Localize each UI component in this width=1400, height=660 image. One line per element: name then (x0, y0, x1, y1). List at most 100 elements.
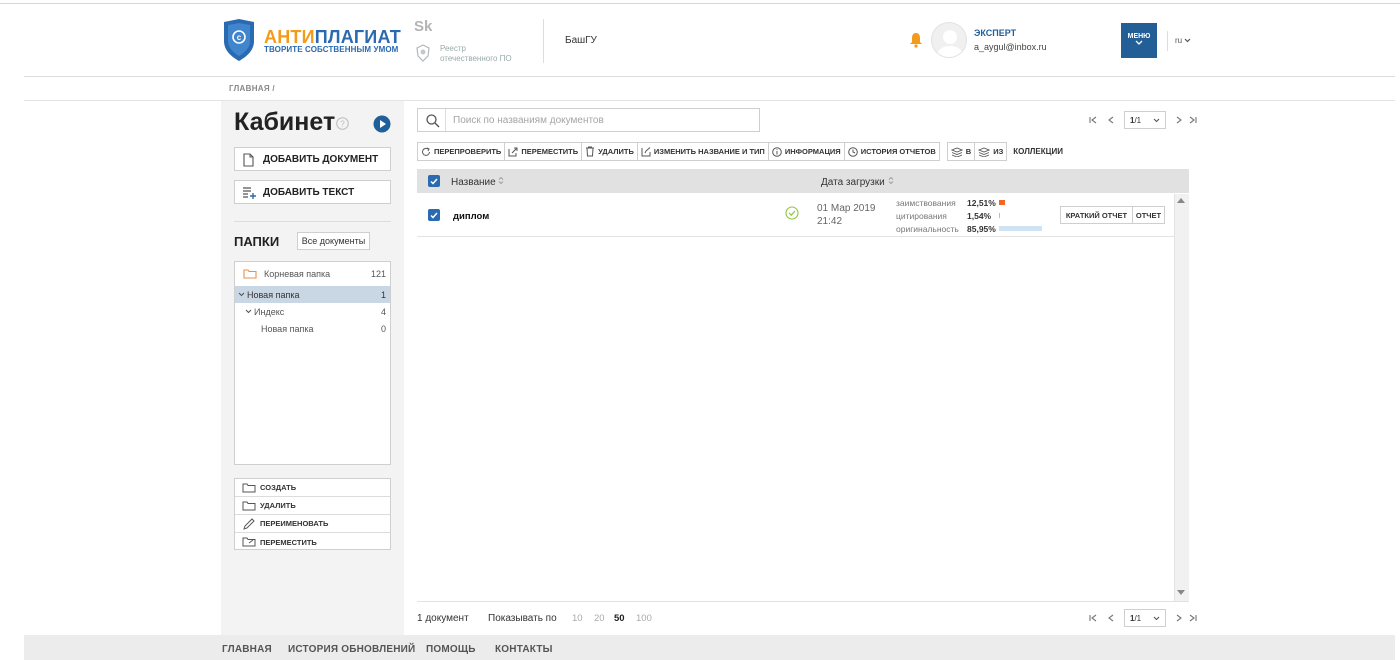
sort-icon (499, 176, 504, 185)
next-page-icon[interactable] (1174, 115, 1184, 125)
page-size-100[interactable]: 100 (636, 613, 652, 624)
scroll-down-arrow-icon[interactable] (1177, 590, 1185, 595)
chevron-down-icon (245, 309, 252, 314)
chevron-down-icon (238, 292, 245, 297)
page-size-50[interactable]: 50 (614, 613, 625, 624)
language-selector[interactable]: ru (1175, 36, 1191, 45)
pencil-icon (243, 518, 255, 530)
page-size-10[interactable]: 10 (572, 613, 583, 624)
info-label: ИНФОРМАЦИЯ (784, 147, 841, 156)
originality-value: 85,95% (967, 224, 996, 234)
delete-button[interactable]: УДАЛИТЬ (581, 142, 638, 161)
sidebar-divider (234, 221, 391, 222)
citation-bar (999, 213, 1000, 218)
document-name[interactable]: диплом (453, 211, 489, 222)
create-folder-button[interactable]: СОЗДАТЬ (235, 479, 390, 497)
chevron-down-icon (1153, 616, 1160, 620)
collection-remove-icon (978, 147, 991, 157)
footer-link-contacts[interactable]: КОНТАКТЫ (495, 644, 553, 655)
report-button[interactable]: ОТЧЕТ (1132, 206, 1165, 224)
first-page-icon[interactable] (1088, 115, 1098, 125)
folder-root[interactable]: Корневая папка 121 (235, 265, 390, 282)
folder-icon (243, 269, 257, 279)
add-to-collection-button[interactable]: В (946, 142, 976, 161)
check-circle-icon (785, 206, 799, 220)
first-page-icon[interactable] (1088, 613, 1098, 623)
folder-label: Новая папка (247, 289, 300, 300)
check-icon (430, 178, 438, 185)
header-divider (543, 19, 544, 63)
breadcrumb[interactable]: ГЛАВНАЯ / (229, 84, 275, 93)
folder-count: 0 (380, 323, 386, 334)
remove-from-collection-button[interactable]: ИЗ (974, 142, 1008, 161)
folder-tree: Корневая папка 121 Новая папка 1 Индекс … (234, 261, 391, 465)
search-input[interactable] (453, 112, 753, 128)
user-avatar[interactable] (931, 22, 967, 58)
antiplagiat-shield-logo[interactable]: c (222, 19, 256, 61)
row-checkbox[interactable] (428, 209, 440, 221)
remove-from-collection-label: ИЗ (993, 147, 1004, 156)
page-size-label: Показывать по (488, 613, 557, 624)
all-documents-button[interactable]: Все документы (297, 232, 370, 250)
page-selector[interactable]: 1/1 (1124, 111, 1166, 129)
folder-label: Новая папка (261, 323, 314, 334)
menu-button[interactable]: МЕНЮ (1121, 23, 1157, 58)
vertical-scrollbar[interactable] (1174, 194, 1189, 601)
user-role[interactable]: ЭКСПЕРТ (974, 28, 1016, 38)
delete-folder-label: УДАЛИТЬ (260, 501, 296, 510)
chevron-down-icon (1135, 40, 1143, 45)
play-icon[interactable] (373, 115, 391, 133)
menu-button-label: МЕНЮ (1127, 33, 1151, 40)
page-size-20[interactable]: 20 (594, 613, 605, 624)
sort-icon (888, 176, 893, 185)
add-document-label: ДОБАВИТЬ ДОКУМЕНТ (263, 153, 379, 165)
add-text-button[interactable]: ДОБАВИТЬ ТЕКСТ (234, 180, 391, 204)
folder-new-folder-sub[interactable]: Новая папка 0 (235, 320, 390, 337)
borrowing-label: заимствования (896, 198, 956, 208)
last-page-icon[interactable] (1188, 613, 1198, 623)
user-email[interactable]: a_aygul@inbox.ru (974, 42, 1047, 52)
column-header-date-label: Дата загрузки (821, 177, 885, 188)
scroll-up-arrow-icon[interactable] (1177, 198, 1185, 203)
column-header-date[interactable]: Дата загрузки (821, 176, 894, 188)
short-report-button[interactable]: КРАТКИЙ ОТЧЕТ (1060, 206, 1133, 224)
footer-link-help[interactable]: ПОМОЩЬ (426, 644, 476, 655)
move-folder-button[interactable]: ПЕРЕМЕСТИТЬ (235, 533, 390, 551)
logo-title-plagiat: ПЛАГИАТ (314, 27, 401, 47)
search-box (417, 108, 760, 132)
folder-label: Корневая папка (264, 268, 331, 279)
folder-index[interactable]: Индекс 4 (235, 303, 390, 320)
select-all-checkbox[interactable] (428, 175, 440, 187)
top-pager: 1/1 (1088, 111, 1198, 129)
edit-icon (641, 146, 651, 156)
bottom-pager: 1/1 (1088, 609, 1198, 627)
column-header-name-label: Название (451, 177, 496, 188)
folder-add-icon (242, 483, 256, 493)
info-button[interactable]: ИНФОРМАЦИЯ (767, 142, 845, 161)
next-page-icon[interactable] (1174, 613, 1184, 623)
folder-count: 121 (370, 268, 386, 279)
rename-folder-button[interactable]: ПЕРЕИМЕНОВАТЬ (235, 515, 390, 533)
recheck-button[interactable]: ПЕРЕПРОВЕРИТЬ (417, 142, 506, 161)
footer-link-updates[interactable]: ИСТОРИЯ ОБНОВЛЕНИЙ (288, 644, 415, 655)
last-page-icon[interactable] (1188, 115, 1198, 125)
report-history-button[interactable]: ИСТОРИЯ ОТЧЕТОВ (843, 142, 940, 161)
add-document-button[interactable]: ДОБАВИТЬ ДОКУМЕНТ (234, 147, 391, 171)
rename-button[interactable]: ИЗМЕНИТЬ НАЗВАНИЕ И ТИП (636, 142, 769, 161)
delete-folder-button[interactable]: УДАЛИТЬ (235, 497, 390, 515)
recheck-label: ПЕРЕПРОВЕРИТЬ (434, 147, 502, 156)
originality-bar (999, 226, 1042, 231)
column-header-name[interactable]: Название (451, 176, 504, 188)
bell-icon[interactable] (909, 32, 923, 48)
move-button[interactable]: ПЕРЕМЕСТИТЬ (504, 142, 583, 161)
add-text-label: ДОБАВИТЬ ТЕКСТ (263, 186, 355, 198)
folder-new-folder[interactable]: Новая папка 1 (235, 286, 390, 303)
collection-add-icon (950, 147, 963, 157)
help-icon[interactable]: ? (336, 117, 349, 130)
prev-page-icon[interactable] (1106, 115, 1116, 125)
footer-link-home[interactable]: ГЛАВНАЯ (222, 644, 272, 655)
text-add-icon (243, 187, 256, 199)
coat-of-arms-icon (415, 44, 431, 62)
prev-page-icon[interactable] (1106, 613, 1116, 623)
page-selector[interactable]: 1/1 (1124, 609, 1166, 627)
